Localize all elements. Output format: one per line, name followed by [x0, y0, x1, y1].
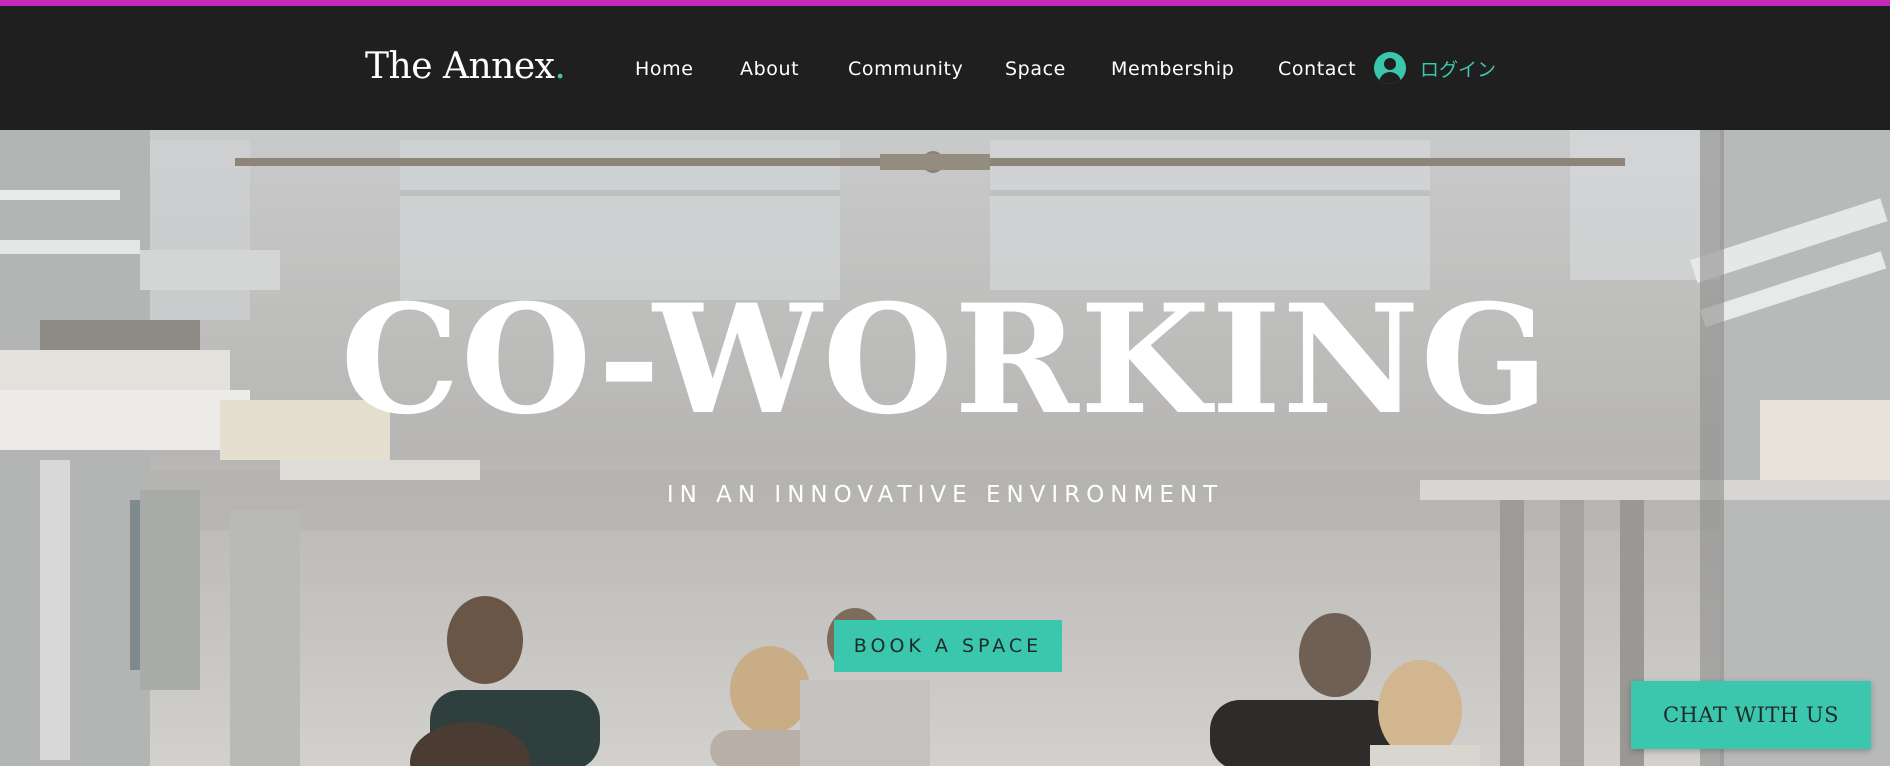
book-a-space-button[interactable]: BOOK A SPACE [834, 620, 1062, 672]
site-header: The Annex. Home About Community Space Me… [0, 6, 1890, 130]
hero-section: CO-WORKING IN AN INNOVATIVE ENVIRONMENT … [0, 130, 1890, 766]
nav-home[interactable]: Home [635, 58, 694, 80]
hero-subtitle: IN AN INNOVATIVE ENVIRONMENT [666, 482, 1224, 508]
nav-community[interactable]: Community [848, 58, 963, 80]
chat-with-us-button[interactable]: CHAT WITH US [1631, 681, 1871, 749]
account-circle-icon [1374, 52, 1406, 84]
login-label: ログイン [1420, 58, 1497, 81]
nav-space[interactable]: Space [1005, 58, 1066, 80]
logo-text: The Annex [365, 46, 555, 87]
nav-membership[interactable]: Membership [1111, 58, 1234, 80]
nav-about[interactable]: About [740, 58, 799, 80]
login-button[interactable]: ログイン [1374, 50, 1496, 86]
nav-contact[interactable]: Contact [1278, 58, 1356, 80]
logo-dot: . [554, 46, 566, 87]
hero-title: CO-WORKING [340, 272, 1550, 448]
site-logo[interactable]: The Annex. [365, 46, 566, 87]
